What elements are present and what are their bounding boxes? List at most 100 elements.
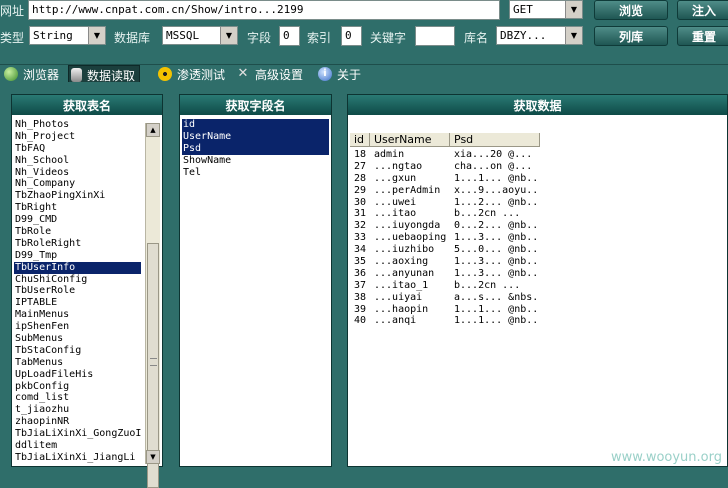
keyword-label: 关键字 [370, 31, 407, 45]
table-row[interactable]: 31 ...itao b...2cn ... [350, 208, 540, 220]
tables-scrollbar[interactable]: ▲ ▼ [145, 123, 160, 488]
table-row[interactable]: 32 ...iuyongda 0...2... @nb... [350, 220, 540, 232]
table-cell: 1...3... @nb... [454, 256, 540, 268]
list-item[interactable]: Nh_Project [14, 131, 141, 143]
table-cell: 1...1... @nb... [454, 172, 540, 184]
list-item[interactable]: TbJiaLiXinXi_GongZuoI [14, 428, 141, 440]
list-item[interactable]: t_jiaozhu [14, 404, 141, 416]
list-item[interactable]: Nh_Photos [14, 119, 141, 131]
tab-pentest[interactable]: 渗透测试 [156, 65, 229, 83]
table-row[interactable]: 35 ...aoxing 1...3... @nb... [350, 256, 540, 268]
data-panel: 获取数据 id UserName Psd 18 admin xia...20 @... 2… [347, 94, 728, 467]
list-item[interactable]: TbFAQ [14, 143, 141, 155]
list-item[interactable]: TabMenus [14, 357, 141, 369]
list-item[interactable]: Nh_School [14, 155, 141, 167]
chevron-down-icon[interactable]: ▼ [220, 27, 237, 44]
list-item[interactable]: zhaopinNR [14, 416, 141, 428]
tables-list[interactable]: Nh_Photos Nh_Project TbFAQ Nh_School Nh_Vide… [14, 119, 142, 464]
method-select[interactable]: GET ▼ [509, 0, 583, 19]
table-row[interactable]: 36 ...anyunan 1...3... @nb... [350, 268, 540, 280]
tab-advanced[interactable]: ✕ 高级设置 [234, 65, 307, 83]
browse-button[interactable]: 浏览 [594, 0, 668, 20]
table-cell: 34 [354, 244, 367, 256]
list-item[interactable]: id [182, 119, 329, 131]
tab-bar: 浏览器 数据读取 渗透测试 ✕ 高级设置 i 关于 [0, 64, 728, 84]
table-cell: 33 [354, 232, 367, 244]
list-item[interactable]: SubMenus [14, 333, 141, 345]
list-item[interactable]: D99_CMD [14, 214, 141, 226]
table-cell: 35 [354, 256, 367, 268]
table-cell: ...uiyai [374, 291, 423, 303]
table-row[interactable]: 30 ...uwei 1...2... @nb... [350, 197, 540, 209]
list-item[interactable]: MainMenus [14, 309, 141, 321]
table-row[interactable]: 38 ...uiyai a...s... &nbs... [350, 292, 540, 304]
chevron-down-icon[interactable]: ▼ [88, 27, 105, 44]
database-icon [71, 68, 82, 82]
index-input[interactable]: 0 [341, 26, 362, 46]
database-select[interactable]: MSSQL ▼ [162, 26, 238, 45]
list-item[interactable]: ShowName [182, 155, 329, 167]
table-row[interactable]: 37 ...itao_1 b...2cn ... [350, 280, 540, 292]
list-item[interactable]: UpLoadFileHis [14, 369, 141, 381]
column-header[interactable]: UserName [370, 133, 450, 147]
table-row[interactable]: 40 ...anqi 1...1... @nb... [350, 315, 540, 327]
tab-about[interactable]: i 关于 [316, 65, 365, 83]
fields-list[interactable]: id UserName Psd ShowName Tel [182, 119, 329, 178]
inject-button[interactable]: 注入 [677, 0, 728, 20]
toolbar: 网址 http://www.cnpat.com.cn/Show/intro...… [0, 0, 728, 64]
list-item[interactable]: TbJiaLiXinXi_JiangLi [14, 452, 141, 464]
table-row[interactable]: 18 admin xia...20 @... [350, 149, 540, 161]
column-header[interactable]: Psd [450, 133, 540, 147]
list-item[interactable]: TbRole [14, 226, 141, 238]
list-db-button[interactable]: 列库 [594, 26, 668, 46]
list-item[interactable]: TbUserInfo [14, 261, 142, 274]
type-select[interactable]: String ▼ [29, 26, 106, 45]
chevron-down-icon[interactable]: ▼ [565, 1, 582, 18]
list-item[interactable]: Tel [182, 167, 329, 179]
list-item[interactable]: UserName [182, 130, 329, 143]
list-item[interactable]: IPTABLE [14, 297, 141, 309]
table-row[interactable]: 33 ...uebaoping 1...3... @nb... [350, 232, 540, 244]
table-cell: ...aoxing [374, 256, 429, 268]
list-item[interactable]: TbStaConfig [14, 345, 141, 357]
fields-panel-title: 获取字段名 [180, 95, 331, 115]
table-cell: ...iuyongda [374, 220, 441, 232]
tab-browser[interactable]: 浏览器 [2, 65, 63, 83]
table-row[interactable]: 39 ...haopin 1...1... @nb... [350, 304, 540, 316]
table-cell: 37 [354, 279, 367, 291]
list-item[interactable]: Nh_Company [14, 178, 141, 190]
field-count-input[interactable]: 0 [279, 26, 300, 46]
table-row[interactable]: 27 ...ngtao cha...on @... [350, 161, 540, 173]
scroll-down-icon[interactable]: ▼ [146, 450, 160, 464]
table-cell: ...ngtao [374, 160, 423, 172]
list-item[interactable]: Psd [182, 142, 329, 155]
list-item[interactable]: ChuShiConfig [14, 274, 141, 286]
dbname-select[interactable]: DBZY... ▼ [496, 26, 583, 45]
table-row[interactable]: 34 ...iuzhibo 5...0... @nb... [350, 244, 540, 256]
list-item[interactable]: TbUserRole [14, 285, 141, 297]
reset-button[interactable]: 重置 [677, 26, 728, 46]
table-cell: ...gxun [374, 172, 417, 184]
list-item[interactable]: ddlitem [14, 440, 141, 452]
column-header[interactable]: id [350, 133, 370, 147]
list-item[interactable]: TbRoleRight [14, 238, 141, 250]
list-item[interactable]: comd_list [14, 392, 141, 404]
list-item[interactable]: Nh_Videos [14, 167, 141, 179]
tables-panel: 获取表名 Nh_Photos Nh_Project TbFAQ Nh_School Nh… [11, 94, 163, 488]
table-row[interactable]: 28 ...gxun 1...1... @nb... [350, 173, 540, 185]
url-input[interactable]: http://www.cnpat.com.cn/Show/intro...219… [28, 0, 500, 20]
list-item[interactable]: ipShenFen [14, 321, 141, 333]
data-grid[interactable]: 18 admin xia...20 @... 27 ...ngtao cha...on @… [350, 149, 540, 327]
keyword-input[interactable] [415, 26, 455, 46]
list-item[interactable]: D99_Tmp [14, 250, 141, 262]
table-cell: 39 [354, 303, 367, 315]
chevron-down-icon[interactable]: ▼ [565, 27, 582, 44]
scroll-up-icon[interactable]: ▲ [146, 123, 160, 137]
dbname-value: DBZY... [500, 29, 547, 42]
database-value: MSSQL [166, 29, 200, 42]
list-item[interactable]: TbZhaoPingXinXi [14, 190, 141, 202]
list-item[interactable]: TbRight [14, 202, 141, 214]
list-item[interactable]: pkbConfig [14, 381, 141, 393]
info-icon: i [318, 67, 332, 81]
table-row[interactable]: 29 ...perAdmin x...9...aoyu... [350, 185, 540, 197]
